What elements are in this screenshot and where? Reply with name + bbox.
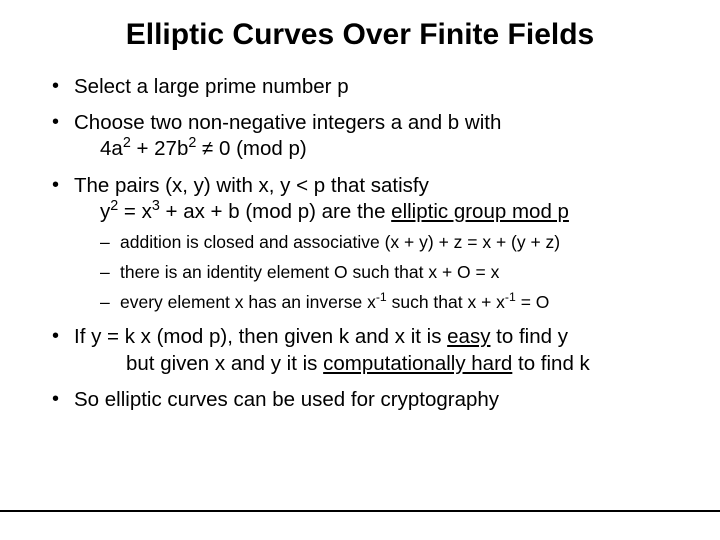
- slide: Elliptic Curves Over Finite Fields Selec…: [0, 0, 720, 413]
- sub-item: every element x has an inverse x-1 such …: [98, 291, 672, 314]
- sub-text: such that x + x: [387, 292, 505, 312]
- bullet-line: 4a2 + 27b2 ≠ 0 (mod p): [74, 136, 672, 162]
- math-text: = x: [118, 200, 152, 223]
- underlined-text: elliptic group mod p: [391, 200, 569, 223]
- sub-item: there is an identity element O such that…: [98, 261, 672, 284]
- bullet-text: If y = k x (mod p), then given k and x i…: [74, 325, 447, 348]
- bullet-item: Choose two non-negative integers a and b…: [48, 110, 672, 162]
- math-text: ≠ 0 (mod p): [196, 137, 306, 160]
- superscript: -1: [376, 291, 387, 305]
- math-text: + ax + b (mod p) are the: [160, 200, 391, 223]
- bullet-text: to find k: [512, 352, 590, 375]
- bullet-item: The pairs (x, y) with x, y < p that sati…: [48, 173, 672, 315]
- bullet-text: but given x and y it is: [126, 352, 323, 375]
- bullet-list: Select a large prime number p Choose two…: [48, 74, 672, 413]
- sub-text: addition is closed and associative (x + …: [120, 232, 560, 252]
- bullet-line: but given x and y it is computationally …: [74, 351, 672, 377]
- bullet-text: to find y: [490, 325, 568, 348]
- math-text: 4a: [100, 137, 123, 160]
- sub-item: addition is closed and associative (x + …: [98, 231, 672, 254]
- divider: [0, 510, 720, 512]
- bullet-line: y2 = x3 + ax + b (mod p) are the ellipti…: [74, 199, 672, 225]
- bullet-text: Choose two non-negative integers a and b…: [74, 111, 501, 134]
- superscript: -1: [505, 291, 516, 305]
- math-text: + 27b: [131, 137, 189, 160]
- slide-title: Elliptic Curves Over Finite Fields: [48, 18, 672, 52]
- bullet-item: So elliptic curves can be used for crypt…: [48, 387, 672, 413]
- sub-list: addition is closed and associative (x + …: [98, 231, 672, 314]
- math-text: y: [100, 200, 110, 223]
- sub-text: = O: [516, 292, 550, 312]
- underlined-text: computationally hard: [323, 352, 512, 375]
- bullet-text: The pairs (x, y) with x, y < p that sati…: [74, 174, 429, 197]
- superscript: 3: [152, 198, 160, 214]
- bullet-text: Select a large prime number p: [74, 75, 349, 98]
- bullet-item: Select a large prime number p: [48, 74, 672, 100]
- bullet-item: If y = k x (mod p), then given k and x i…: [48, 324, 672, 376]
- underlined-text: easy: [447, 325, 490, 348]
- sub-text: there is an identity element O such that…: [120, 262, 499, 282]
- superscript: 2: [123, 136, 131, 152]
- bullet-text: So elliptic curves can be used for crypt…: [74, 388, 499, 411]
- sub-text: every element x has an inverse x: [120, 292, 376, 312]
